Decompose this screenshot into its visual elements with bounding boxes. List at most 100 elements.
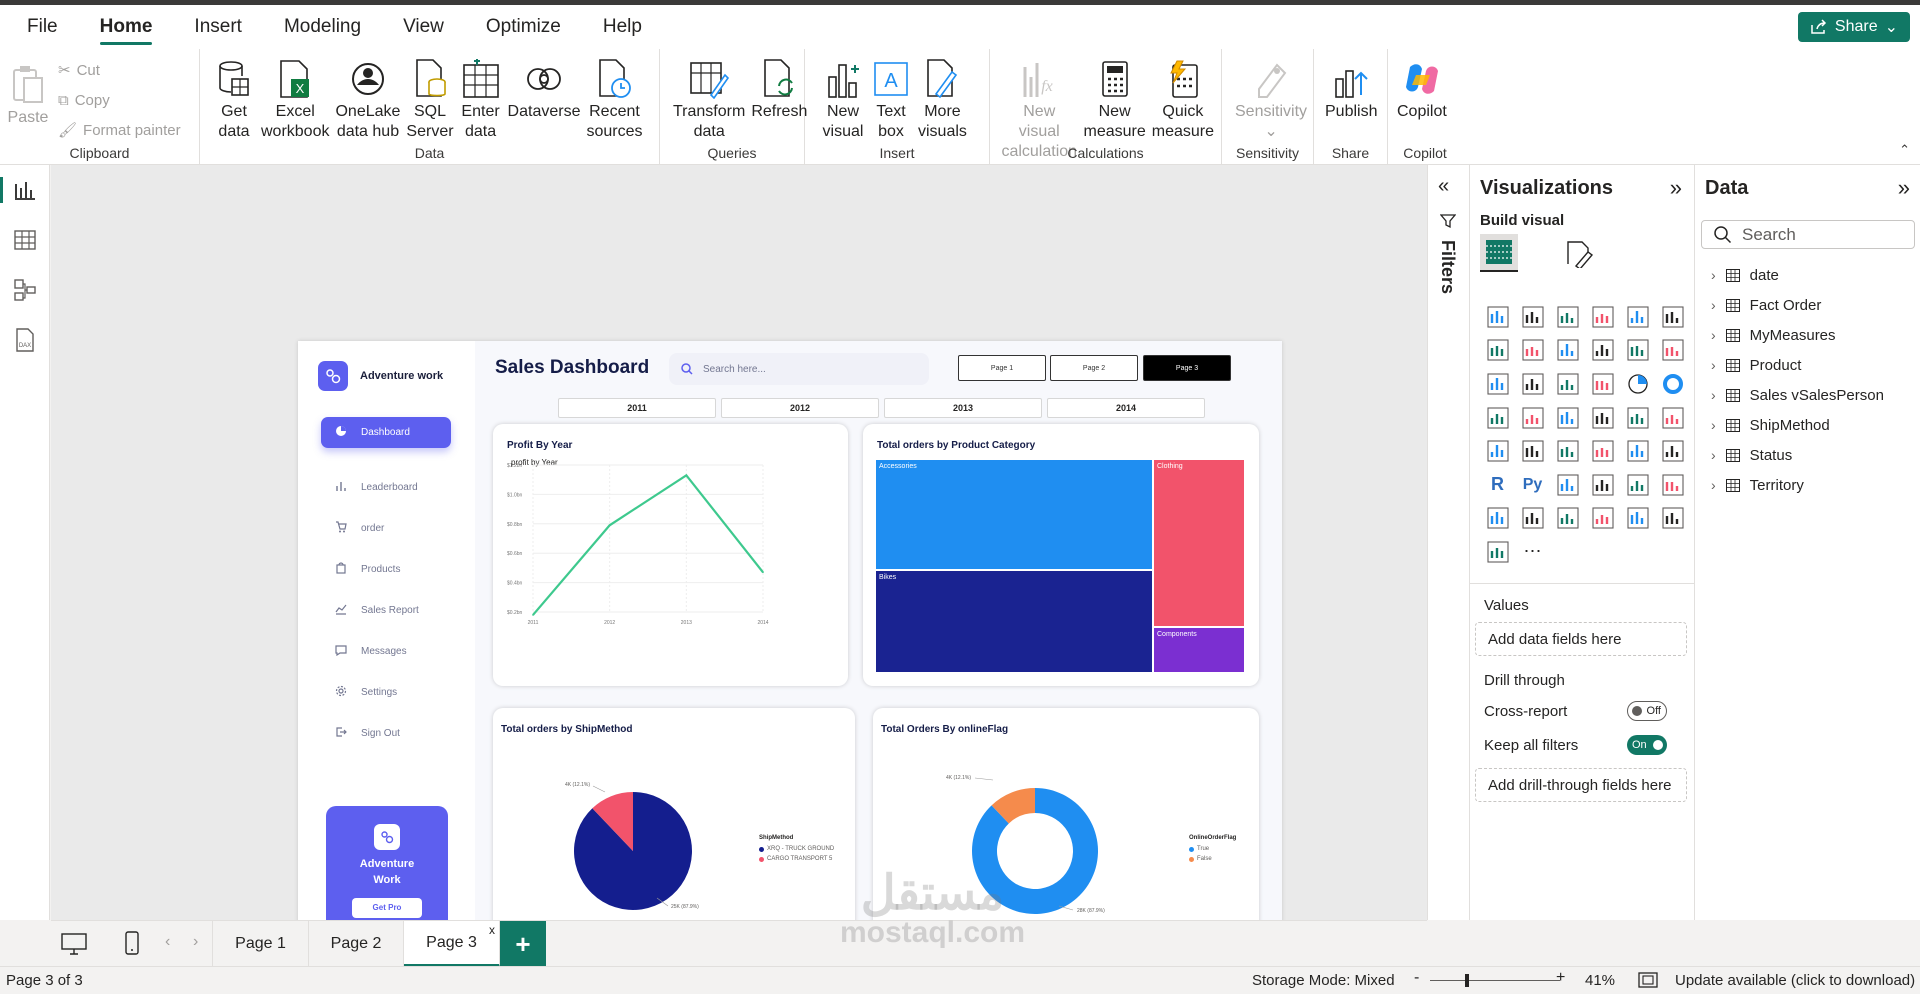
menu-help[interactable]: Help — [582, 5, 663, 49]
fit-to-page-icon[interactable] — [1638, 972, 1658, 992]
year-2014-slicer[interactable]: 2014 — [1047, 398, 1205, 418]
100-area-visual-icon[interactable] — [1585, 334, 1620, 368]
orders-by-category-card[interactable]: Total orders by Product Category Accesso… — [863, 424, 1259, 686]
stacked-bar-visual-icon[interactable] — [1480, 300, 1515, 334]
card-new-visual-icon[interactable] — [1550, 502, 1585, 536]
text-box-button[interactable]: A Text box — [867, 53, 915, 146]
zoom-slider[interactable] — [1430, 974, 1560, 987]
treemap-visual-icon[interactable] — [1480, 401, 1515, 435]
power-automate-visual-icon[interactable] — [1480, 535, 1515, 569]
field-mymeasures[interactable]: › MyMeasures — [1711, 320, 1836, 350]
multi-card-visual-icon[interactable] — [1515, 434, 1550, 468]
map-visual-icon[interactable] — [1515, 401, 1550, 435]
zoom-out-icon[interactable]: - — [1414, 969, 1419, 987]
get-data-button[interactable]: Get data — [210, 53, 258, 146]
azure-map-visual-icon[interactable] — [1620, 401, 1655, 435]
table-view-icon[interactable] — [0, 215, 50, 265]
zoom-slider-thumb[interactable] — [1465, 974, 1469, 987]
collapse-ribbon-icon[interactable]: ⌃ — [1899, 142, 1910, 158]
line-column-visual-icon[interactable] — [1620, 334, 1655, 368]
donut-visual-icon[interactable] — [1655, 367, 1690, 401]
share-button[interactable]: Share ⌄ — [1797, 12, 1910, 42]
nav-sales-report[interactable]: Sales Report — [321, 595, 451, 626]
new-visual-button[interactable]: New visual — [819, 53, 867, 146]
gauge-visual-icon[interactable] — [1655, 401, 1690, 435]
100-bar-visual-icon[interactable] — [1620, 300, 1655, 334]
nav-dashboard[interactable]: Dashboard — [321, 417, 451, 448]
copilot-button[interactable]: Copilot — [1394, 53, 1450, 126]
filled-map-visual-icon[interactable] — [1550, 401, 1585, 435]
nav-leaderboard[interactable]: Leaderboard — [321, 472, 451, 503]
trophy-visual-icon[interactable] — [1480, 502, 1515, 536]
area-visual-icon[interactable] — [1515, 334, 1550, 368]
page-tab-3[interactable]: Page 3 x — [404, 921, 500, 967]
nav-products[interactable]: Products — [321, 554, 451, 585]
100-column-visual-icon[interactable] — [1655, 300, 1690, 334]
add-page-button[interactable]: + — [500, 921, 546, 967]
python-visual-visual-icon[interactable]: Py — [1515, 468, 1550, 502]
stacked-area-visual-icon[interactable] — [1550, 334, 1585, 368]
slicer-visual-icon[interactable] — [1585, 434, 1620, 468]
decomposition-tree-visual-icon[interactable] — [1585, 468, 1620, 502]
zoom-in-icon[interactable]: + — [1556, 969, 1565, 987]
line-column-2-visual-icon[interactable] — [1655, 334, 1690, 368]
clustered-bar-visual-icon[interactable] — [1550, 300, 1585, 334]
get-pro-button[interactable]: Get Pro — [352, 898, 422, 918]
treemap-tile-accessories[interactable]: Accessories — [875, 459, 1153, 570]
line-visual-icon[interactable] — [1480, 334, 1515, 368]
update-available-link[interactable]: Update available (click to download) — [1675, 972, 1915, 989]
report-view-icon[interactable] — [0, 165, 50, 215]
field-territory[interactable]: › Territory — [1711, 470, 1804, 500]
treemap-tile-components[interactable]: Components — [1153, 627, 1245, 673]
nav-order[interactable]: order — [321, 513, 451, 544]
slicer-new-visual-icon[interactable] — [1585, 502, 1620, 536]
kpi-visual-icon[interactable] — [1550, 434, 1585, 468]
pie-visual-icon[interactable] — [1620, 367, 1655, 401]
chevron-right-icon[interactable]: › — [1711, 417, 1716, 433]
nav-messages[interactable]: Messages — [321, 636, 451, 667]
format-visual-icon[interactable] — [1564, 238, 1594, 273]
chevron-right-icon[interactable]: › — [1711, 447, 1716, 463]
chevron-right-icon[interactable]: › — [1711, 297, 1716, 313]
collapse-data-icon[interactable]: » — [1898, 175, 1910, 201]
year-2011-slicer[interactable]: 2011 — [558, 398, 716, 418]
values-well[interactable]: Add data fields here — [1475, 622, 1687, 656]
chevron-right-icon[interactable]: › — [1711, 357, 1716, 373]
power-apps-visual-icon[interactable] — [1655, 502, 1690, 536]
menu-modeling[interactable]: Modeling — [263, 5, 382, 49]
publish-button[interactable]: Publish — [1322, 53, 1380, 126]
transform-data-button[interactable]: Transform data — [670, 53, 748, 146]
chevron-right-icon[interactable]: › — [1711, 477, 1716, 493]
scroll-right-icon[interactable]: › — [193, 933, 198, 951]
chevron-right-icon[interactable]: › — [1711, 267, 1716, 283]
year-2013-slicer[interactable]: 2013 — [884, 398, 1042, 418]
desktop-layout-icon[interactable] — [61, 933, 87, 960]
page-tab-1[interactable]: Page 1 — [212, 921, 309, 967]
narrative-visual-icon[interactable] — [1655, 468, 1690, 502]
table-visual-icon[interactable] — [1620, 434, 1655, 468]
key-influencers-visual-icon[interactable] — [1550, 468, 1585, 502]
format-painter-button[interactable]: 🖌 Format painter — [52, 115, 181, 145]
model-view-icon[interactable] — [0, 265, 50, 315]
scatter-visual-icon[interactable] — [1585, 367, 1620, 401]
expand-filters-icon[interactable]: « — [1438, 175, 1449, 198]
dataverse-button[interactable]: Dataverse — [505, 53, 584, 126]
stacked-column-visual-icon[interactable] — [1515, 300, 1550, 334]
recent-sources-button[interactable]: Recent sources — [583, 53, 645, 146]
field-fact-order[interactable]: › Fact Order — [1711, 290, 1821, 320]
field-date[interactable]: › date — [1711, 260, 1779, 290]
sql-server-button[interactable]: SQL Server — [403, 53, 456, 146]
funnel-visual-icon[interactable] — [1550, 367, 1585, 401]
more-visual-icon[interactable]: ⋯ — [1515, 535, 1550, 569]
filters-pane[interactable]: « Filters — [1427, 165, 1469, 920]
waterfall-visual-icon[interactable] — [1515, 367, 1550, 401]
excel-workbook-button[interactable]: X Excel workbook — [258, 53, 332, 146]
dax-query-view-icon[interactable]: DAX — [0, 315, 50, 365]
page-1-button[interactable]: Page 1 — [958, 355, 1046, 381]
page-3-button[interactable]: Page 3 — [1143, 355, 1231, 381]
qa-visual-icon[interactable] — [1620, 468, 1655, 502]
paste-button[interactable]: Paste — [4, 59, 52, 132]
year-2012-slicer[interactable]: 2012 — [721, 398, 879, 418]
page-tab-2[interactable]: Page 2 — [309, 921, 404, 967]
ribbon-visual-icon[interactable] — [1480, 367, 1515, 401]
